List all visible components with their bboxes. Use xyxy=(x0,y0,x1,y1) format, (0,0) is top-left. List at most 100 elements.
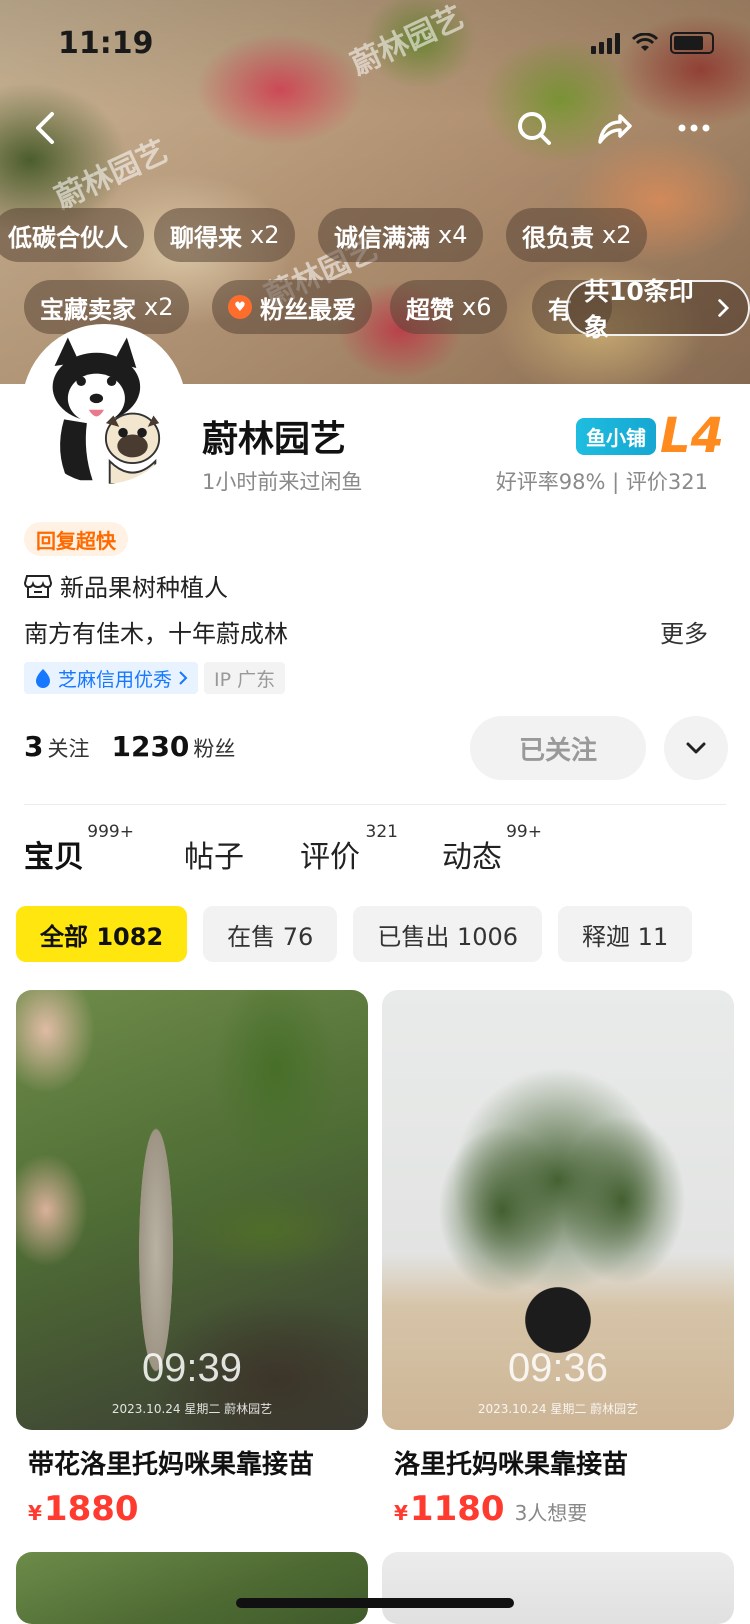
wants-count: 3人想要 xyxy=(514,1501,588,1525)
tab-activity[interactable]: 动态 99+ xyxy=(442,822,542,876)
product-card[interactable]: 09:36 2023.10.24 星期二 蔚林园艺 洛里托妈咪果靠接苗 ¥118… xyxy=(382,990,734,1529)
impression-tag[interactable]: 超赞 x6 xyxy=(390,280,508,334)
home-indicator xyxy=(236,1598,514,1608)
currency-symbol: ¥ xyxy=(394,1501,408,1525)
shop-motto: 南方有佳木，十年蔚成林 xyxy=(24,620,288,648)
tag-label: 很负责 xyxy=(522,223,594,252)
impression-tag[interactable]: 很负责 x2 xyxy=(506,208,648,262)
product-price: ¥1880 xyxy=(28,1489,139,1529)
tab-label: 帖子 xyxy=(184,840,244,875)
status-time: 11:19 xyxy=(58,26,154,61)
impression-tag[interactable]: 聊得来 x2 xyxy=(154,208,296,262)
watermark: 蔚林园艺 xyxy=(345,0,470,83)
share-button[interactable] xyxy=(590,104,638,152)
following-stat[interactable]: 3 关注 xyxy=(24,730,89,763)
tab-label: 宝贝 xyxy=(24,840,84,875)
price-value: 1880 xyxy=(43,1489,139,1529)
tag-label: 粉丝最爱 xyxy=(260,295,356,324)
product-price-row: ¥1880 xyxy=(16,1489,368,1529)
chevron-right-icon xyxy=(179,671,188,685)
chevron-left-icon xyxy=(36,112,54,144)
chevron-down-icon xyxy=(686,742,706,754)
store-icon xyxy=(24,574,52,598)
share-icon xyxy=(598,114,632,144)
tag-label: 聊得来 xyxy=(170,223,242,252)
impression-tag[interactable]: ♥ 粉丝最爱 xyxy=(212,280,372,334)
tab-label: 动态 xyxy=(442,840,502,875)
filter-sugar-apple[interactable]: 释迦 11 xyxy=(558,906,693,962)
tag-label: 低碳合伙人 xyxy=(8,223,128,252)
impression-tag[interactable]: 诚信满满 x4 xyxy=(318,208,484,262)
level-label: 鱼小铺 xyxy=(576,417,656,455)
product-image: 09:36 2023.10.24 星期二 蔚林园艺 xyxy=(382,990,734,1430)
tab-posts[interactable]: 帖子 xyxy=(184,822,244,876)
filter-all[interactable]: 全部 1082 xyxy=(16,906,188,962)
product-card[interactable] xyxy=(16,1552,368,1624)
all-impressions-button[interactable]: 共10条印象 xyxy=(566,277,750,342)
sesame-credit-badge[interactable]: 芝麻信用优秀 xyxy=(24,662,199,694)
husky-pug-avatar-icon xyxy=(26,328,182,484)
tag-label: 诚信满满 xyxy=(334,223,430,252)
filter-sold[interactable]: 已售出 1006 xyxy=(353,906,543,962)
battery-icon xyxy=(670,32,714,54)
product-price: ¥1180 xyxy=(394,1489,505,1529)
price-value: 1180 xyxy=(409,1489,505,1529)
filter-on-sale[interactable]: 在售 76 xyxy=(203,906,338,962)
tab-label: 评价 xyxy=(300,840,360,875)
signal-icon xyxy=(591,32,620,54)
tag-count: x2 xyxy=(250,221,280,249)
product-title: 带花洛里托妈咪果靠接苗 xyxy=(28,1450,315,1480)
status-icons xyxy=(591,32,714,54)
rating-summary[interactable]: 好评率98% | 评价321 xyxy=(496,466,708,496)
tab-items[interactable]: 宝贝 999+ xyxy=(24,822,134,876)
filter-chips: 全部 1082 在售 76 已售出 1006 释迦 11 xyxy=(16,906,693,962)
image-time-watermark: 09:39 xyxy=(141,1346,243,1390)
search-icon xyxy=(518,112,551,145)
product-image xyxy=(16,1552,368,1624)
fans-stat[interactable]: 1230 粉丝 xyxy=(111,730,235,763)
shop-level-badge[interactable]: 鱼小铺 L4 xyxy=(576,408,724,464)
intro-text: 新品果树种植人 xyxy=(60,574,228,602)
divider xyxy=(24,804,726,805)
product-card[interactable] xyxy=(382,1552,734,1624)
tag-count: x4 xyxy=(438,221,468,249)
ip-location-badge: IP 广东 xyxy=(204,662,286,694)
shop-intro: 新品果树种植人 xyxy=(24,568,228,603)
fans-label: 粉丝 xyxy=(193,737,236,761)
product-price-row: ¥1180 3人想要 xyxy=(382,1489,734,1529)
back-button[interactable] xyxy=(22,104,70,152)
tab-badge: 99+ xyxy=(506,822,542,842)
ellipsis-icon xyxy=(678,124,710,132)
tag-count: x2 xyxy=(144,293,174,321)
shop-name: 蔚林园艺 xyxy=(202,419,347,460)
follow-stats: 3 关注 1230 粉丝 xyxy=(24,730,235,763)
expand-button[interactable] xyxy=(664,716,728,780)
reply-fast-badge: 回复超快 xyxy=(24,522,128,556)
following-label: 关注 xyxy=(47,737,90,761)
chevron-right-icon xyxy=(718,299,730,317)
level-number: L4 xyxy=(660,408,724,464)
following-count: 3 xyxy=(24,730,44,763)
product-image: 09:39 2023.10.24 星期二 蔚林园艺 xyxy=(16,990,368,1430)
tab-reviews[interactable]: 评价 321 xyxy=(300,822,398,876)
follow-button[interactable]: 已关注 xyxy=(470,716,646,780)
more-options-button[interactable] xyxy=(670,104,718,152)
avatar[interactable] xyxy=(22,324,186,488)
image-time-watermark: 09:36 xyxy=(507,1346,609,1390)
all-impressions-label: 共10条印象 xyxy=(584,277,694,342)
more-link[interactable]: 更多 xyxy=(660,614,708,649)
product-image xyxy=(382,1552,734,1624)
wifi-icon xyxy=(632,33,658,51)
currency-symbol: ¥ xyxy=(28,1501,42,1525)
image-stamp-watermark: 2023.10.24 星期二 蔚林园艺 xyxy=(477,1402,639,1416)
tag-count: x2 xyxy=(602,221,632,249)
search-button[interactable] xyxy=(510,104,558,152)
product-card[interactable]: 09:39 2023.10.24 星期二 蔚林园艺 带花洛里托妈咪果靠接苗 ¥1… xyxy=(16,990,368,1529)
impression-tag[interactable]: 低碳合伙人 xyxy=(0,208,144,262)
last-seen-text: 1小时前来过闲鱼 xyxy=(202,470,363,494)
fans-count: 1230 xyxy=(111,730,190,763)
sesame-credit-icon xyxy=(36,669,50,688)
credit-label: 芝麻信用优秀 xyxy=(58,668,173,691)
tab-badge: 999+ xyxy=(87,822,134,842)
tag-label: 超赞 xyxy=(406,295,454,324)
